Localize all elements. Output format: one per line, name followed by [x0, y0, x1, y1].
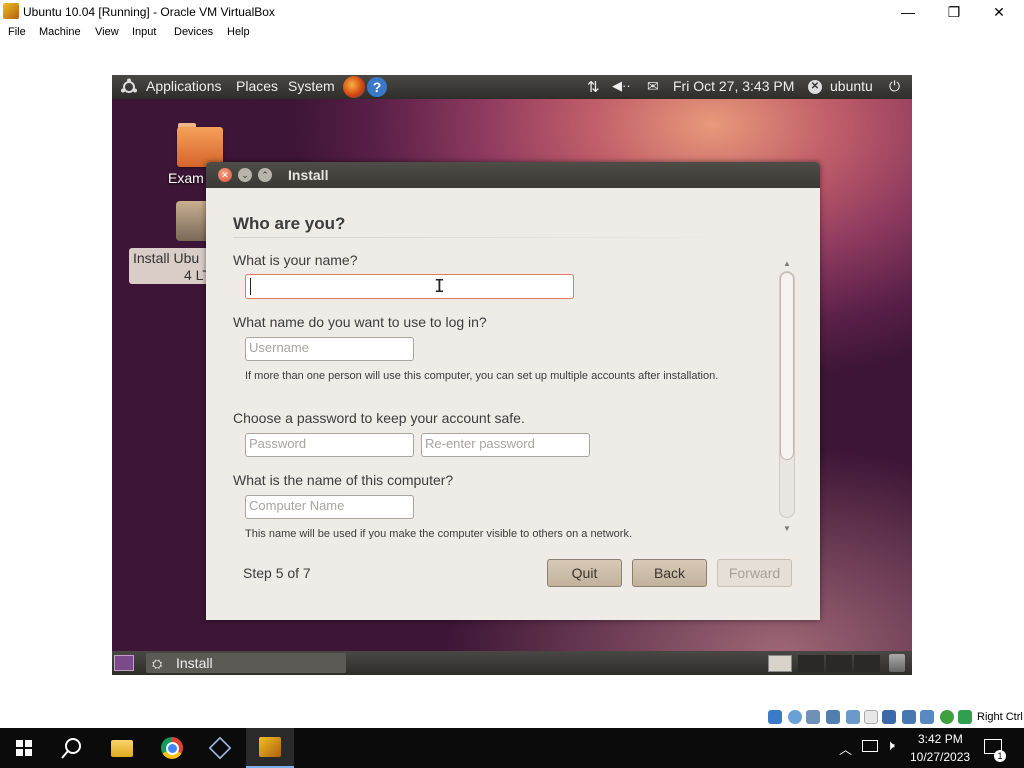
scroll-down-icon[interactable]: ▼: [783, 524, 791, 533]
file-explorer-button[interactable]: [98, 728, 146, 768]
host-key-label: Right Ctrl: [977, 711, 1023, 723]
computer-name-question: What is the name of this computer?: [233, 472, 454, 488]
computer-name-hint: This name will be used if you make the c…: [245, 528, 633, 539]
dialog-maximize-icon[interactable]: ⌃: [258, 168, 272, 182]
workspace-1[interactable]: [768, 655, 792, 672]
scrollbar-thumb[interactable]: [780, 272, 794, 460]
user-status-icon[interactable]: ✕: [808, 80, 822, 94]
workspace-4[interactable]: [854, 655, 880, 672]
virtualbox-manager-button[interactable]: [196, 728, 244, 768]
applications-menu[interactable]: Applications: [146, 78, 222, 94]
virtualbox-vm-button[interactable]: [246, 728, 294, 768]
system-menu[interactable]: System: [288, 78, 335, 94]
login-question: What name do you want to use to log in?: [233, 314, 487, 330]
display-status-icon[interactable]: [882, 710, 896, 724]
chrome-button[interactable]: [148, 728, 196, 768]
menu-help[interactable]: Help: [227, 26, 250, 38]
menu-input[interactable]: Input: [132, 26, 156, 38]
taskbar-time[interactable]: 3:42 PM: [918, 732, 963, 746]
recording-status-icon[interactable]: [902, 710, 916, 724]
taskbar-install-label: Install: [176, 655, 213, 671]
maximize-button[interactable]: ❐: [931, 0, 977, 24]
window-title: Ubuntu 10.04 [Running] - Oracle VM Virtu…: [23, 5, 275, 19]
cube-icon: [208, 736, 232, 760]
folder-icon[interactable]: [177, 127, 223, 167]
menu-devices[interactable]: Devices: [174, 26, 213, 38]
workspace-2[interactable]: [798, 655, 824, 672]
workspace-3[interactable]: [826, 655, 852, 672]
firefox-icon[interactable]: [343, 76, 365, 98]
installer-label-line1[interactable]: Install Ubu: [133, 250, 199, 266]
step-indicator: Step 5 of 7: [243, 565, 311, 581]
volume-muted-icon[interactable]: 🕨: [886, 737, 895, 754]
windows-logo-icon: [16, 740, 32, 756]
shared-folders-status-icon[interactable]: [864, 710, 878, 724]
clock[interactable]: Fri Oct 27, 3:43 PM: [673, 78, 794, 94]
password-question: Choose a password to keep your account s…: [233, 410, 525, 426]
menu-view[interactable]: View: [95, 26, 119, 38]
heading-divider: [233, 237, 753, 238]
vm-window-icon: [259, 737, 281, 757]
folder-icon: [111, 739, 133, 757]
page-heading: Who are you?: [233, 214, 346, 233]
name-question: What is your name?: [233, 252, 358, 268]
keyboard-capture-icon[interactable]: [958, 710, 972, 724]
user-menu[interactable]: ubuntu: [830, 78, 873, 94]
minimize-button[interactable]: —: [885, 0, 931, 24]
dialog-minimize-icon[interactable]: ⌄: [238, 168, 252, 182]
network-status-icon[interactable]: [826, 710, 840, 724]
password-input[interactable]: Password: [245, 433, 414, 457]
places-menu[interactable]: Places: [236, 78, 278, 94]
help-icon[interactable]: ?: [367, 77, 387, 97]
installer-task-icon: ⛭: [152, 656, 163, 671]
menu-machine[interactable]: Machine: [39, 26, 81, 38]
folder-label[interactable]: Exam: [168, 170, 204, 186]
ibeam-cursor-icon: I: [434, 276, 445, 297]
start-button[interactable]: [0, 728, 48, 768]
forward-button[interactable]: Forward: [717, 559, 792, 587]
menu-file[interactable]: File: [8, 26, 26, 38]
quit-button[interactable]: Quit: [547, 559, 622, 587]
text-caret: [250, 278, 251, 295]
ubuntu-logo-icon[interactable]: [120, 78, 138, 96]
hdd-status-icon[interactable]: [768, 710, 782, 724]
gnome-top-panel: Applications Places System ? ⇅ ◀·· ✉ Fri…: [112, 75, 912, 99]
dialog-close-icon[interactable]: ✕: [218, 168, 232, 182]
mouse-integration-icon[interactable]: [940, 710, 954, 724]
chrome-icon: [161, 737, 183, 759]
usb-status-icon[interactable]: [846, 710, 860, 724]
install-dialog: ✕ ⌄ ⌃ Install Who are you? What is your …: [206, 162, 820, 620]
dialog-title: Install: [288, 167, 329, 183]
reenter-password-input[interactable]: Re-enter password: [421, 433, 590, 457]
computer-name-input[interactable]: Computer Name: [245, 495, 414, 519]
network-tray-icon[interactable]: [862, 740, 878, 752]
virtualbox-icon: [3, 3, 19, 19]
volume-icon[interactable]: ◀··: [612, 78, 631, 94]
show-hidden-icons[interactable]: ︿: [839, 739, 852, 758]
search-button[interactable]: [48, 728, 96, 768]
taskbar-date[interactable]: 10/27/2023: [910, 750, 970, 764]
mail-icon[interactable]: ✉: [647, 78, 659, 95]
show-desktop-icon[interactable]: [114, 655, 134, 671]
trash-icon[interactable]: [889, 654, 905, 672]
audio-status-icon[interactable]: [806, 710, 820, 724]
network-icon[interactable]: ⇅: [587, 78, 600, 96]
vm-screen[interactable]: Applications Places System ? ⇅ ◀·· ✉ Fri…: [112, 75, 912, 675]
optical-status-icon[interactable]: [788, 710, 802, 724]
multi-account-hint: If more than one person will use this co…: [245, 370, 719, 382]
username-input[interactable]: Username: [245, 337, 414, 361]
scroll-up-icon[interactable]: ▲: [783, 259, 791, 268]
notification-badge: 1: [994, 750, 1006, 762]
close-button[interactable]: ✕: [976, 0, 1022, 24]
power-icon[interactable]: ⏻: [889, 78, 900, 95]
search-icon: [61, 738, 81, 759]
back-button[interactable]: Back: [632, 559, 707, 587]
vtx-status-icon[interactable]: [920, 710, 934, 724]
full-name-input[interactable]: [245, 274, 574, 299]
